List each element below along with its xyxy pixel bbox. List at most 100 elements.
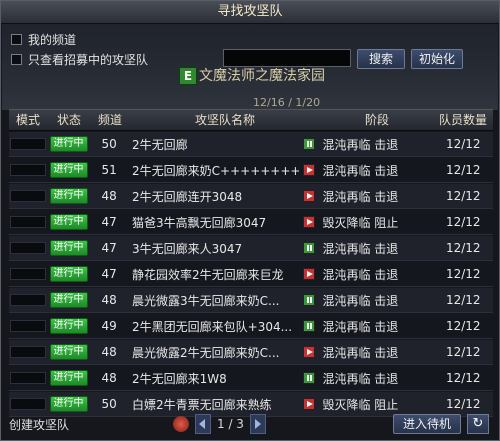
stage-cell: 混沌再临 击退: [322, 319, 399, 334]
raid-name-cell: 静花园效率2牛无回廊来巨龙: [132, 267, 284, 282]
create-raid-button[interactable]: 创建攻坚队: [9, 416, 69, 433]
state-icon-cell: [299, 268, 319, 280]
play-icon: [302, 268, 315, 280]
play-icon: [302, 164, 315, 176]
scene-guild-name: 文魔法师之魔法家园: [199, 68, 325, 84]
mode-cell: [9, 190, 47, 202]
table-row[interactable]: 进行中 47 静花园效率2牛无回廊来巨龙 混沌再临 击退 12/12: [9, 262, 493, 287]
stage-cell: 混沌再临 击退: [322, 345, 399, 360]
status-cell: 进行中: [47, 214, 91, 230]
status-cell: 进行中: [47, 266, 91, 282]
header-count[interactable]: 队员数量: [433, 110, 493, 130]
table-row[interactable]: 进行中 47 3牛无回廊来人3047 混沌再临 击退 12/12: [9, 236, 493, 261]
enter-queue-button[interactable]: 进入待机: [393, 414, 461, 434]
table-body: 进行中 50 2牛无回廊 混沌再临 击退 12/12 进行中 51 2牛无回廊来奶C+++++…: [9, 132, 493, 417]
status-badge: 进行中: [49, 162, 88, 178]
status-badge: 进行中: [49, 292, 88, 308]
my-channel-checkbox[interactable]: [11, 34, 22, 45]
status-cell: 进行中: [47, 292, 91, 308]
table-row[interactable]: 进行中 51 2牛无回廊来奶C++++++++++ 混沌再临 击退 12/12: [9, 158, 493, 183]
state-icon-cell: [299, 242, 319, 254]
raid-finder-window: 寻找攻坚队 我的频道 只查看招募中的攻坚队 搜索 初始化 E 文魔法师之魔法家园…: [0, 0, 500, 441]
mode-indicator: [9, 346, 46, 358]
pause-icon: [302, 320, 315, 332]
header-status[interactable]: 状态: [47, 110, 91, 130]
mode-indicator: [9, 320, 46, 332]
stage-cell: 混沌再临 击退: [322, 371, 399, 386]
status-cell: 进行中: [47, 344, 91, 360]
status-cell: 进行中: [47, 136, 91, 152]
state-icon-cell: [299, 138, 319, 150]
scene-date: 12/16 / 1/20: [253, 96, 321, 109]
pause-icon: [302, 138, 315, 150]
channel-cell: 47: [101, 241, 117, 255]
table-row[interactable]: 进行中 50 2牛无回廊 混沌再临 击退 12/12: [9, 132, 493, 157]
channel-cell: 51: [101, 163, 117, 177]
play-icon: [302, 190, 315, 202]
channel-cell: 48: [101, 189, 117, 203]
table-row[interactable]: 进行中 48 2牛无回廊来1W8 混沌再临 击退 12/12: [9, 366, 493, 391]
table-row[interactable]: 进行中 48 晨光微露2牛无回廊来奶C... 混沌再临 击退 12/12: [9, 340, 493, 365]
channel-cell: 50: [101, 137, 117, 151]
header-name[interactable]: 攻坚队名称: [129, 110, 321, 130]
table-row[interactable]: 进行中 47 猫爸3牛高飘无回廊3047 毁灭降临 阻止 12/12: [9, 210, 493, 235]
recruiting-checkbox[interactable]: [11, 54, 22, 65]
raid-name-cell: 2牛无回廊来1W8: [132, 371, 227, 386]
channel-cell: 47: [101, 267, 117, 281]
mode-cell: [9, 320, 47, 332]
window-title: 寻找攻坚队: [1, 1, 499, 24]
status-cell: 进行中: [47, 240, 91, 256]
member-count-cell: 12/12: [445, 345, 481, 359]
mode-cell: [9, 242, 47, 254]
mode-indicator: [9, 216, 46, 228]
channel-cell: 48: [101, 371, 117, 385]
member-count-cell: 12/12: [445, 319, 481, 333]
table-row[interactable]: 进行中 48 晨光微露3牛无回廊来奶C... 混沌再临 击退 12/12: [9, 288, 493, 313]
header-stage[interactable]: 阶段: [321, 110, 433, 130]
mode-indicator: [9, 138, 46, 150]
next-page-button[interactable]: [249, 414, 266, 434]
my-channel-filter[interactable]: 我的频道: [11, 31, 76, 48]
play-icon: [302, 216, 315, 228]
page-indicator: 1 / 3: [217, 417, 244, 431]
status-badge: 进行中: [49, 344, 88, 360]
state-icon-cell: [299, 216, 319, 228]
table-row[interactable]: 进行中 49 2牛黑团无回廊来包队+304... 混沌再临 击退 12/12: [9, 314, 493, 339]
recruiting-label: 只查看招募中的攻坚队: [28, 53, 149, 67]
header-channel[interactable]: 频道: [91, 110, 129, 130]
orb-icon: [173, 416, 189, 432]
member-count-cell: 12/12: [445, 137, 481, 151]
mode-indicator: [9, 242, 46, 254]
recruiting-filter[interactable]: 只查看招募中的攻坚队: [11, 51, 148, 68]
mode-cell: [9, 372, 47, 384]
channel-cell: 47: [101, 215, 117, 229]
status-cell: 进行中: [47, 188, 91, 204]
footer-bar: 创建攻坚队 1 / 3 进入待机 ↻: [1, 408, 499, 440]
state-icon-cell: [299, 190, 319, 202]
status-cell: 进行中: [47, 162, 91, 178]
mode-cell: [9, 138, 47, 150]
scene-badge: E: [179, 67, 197, 85]
member-count-cell: 12/12: [445, 293, 481, 307]
member-count-cell: 12/12: [445, 215, 481, 229]
member-count-cell: 12/12: [445, 189, 481, 203]
reset-button[interactable]: 初始化: [411, 49, 463, 69]
refresh-icon[interactable]: ↻: [467, 414, 489, 434]
pause-icon: [302, 372, 315, 384]
prev-page-button[interactable]: [195, 414, 211, 434]
mode-indicator: [9, 294, 46, 306]
raid-name-cell: 2牛无回廊: [132, 137, 188, 152]
header-mode[interactable]: 模式: [9, 110, 47, 130]
mode-indicator: [9, 268, 46, 280]
raid-name-cell: 晨光微露3牛无回廊来奶C...: [132, 293, 280, 308]
search-button[interactable]: 搜索: [357, 49, 405, 69]
status-badge: 进行中: [49, 370, 88, 386]
member-count-cell: 12/12: [445, 267, 481, 281]
status-badge: 进行中: [49, 318, 88, 334]
pager: 1 / 3: [173, 414, 266, 434]
table-row[interactable]: 进行中 48 2牛无回廊连开3048 混沌再临 击退 12/12: [9, 184, 493, 209]
channel-cell: 48: [101, 293, 117, 307]
play-icon: [302, 346, 315, 358]
stage-cell: 混沌再临 击退: [322, 293, 399, 308]
stage-cell: 混沌再临 击退: [322, 137, 399, 152]
